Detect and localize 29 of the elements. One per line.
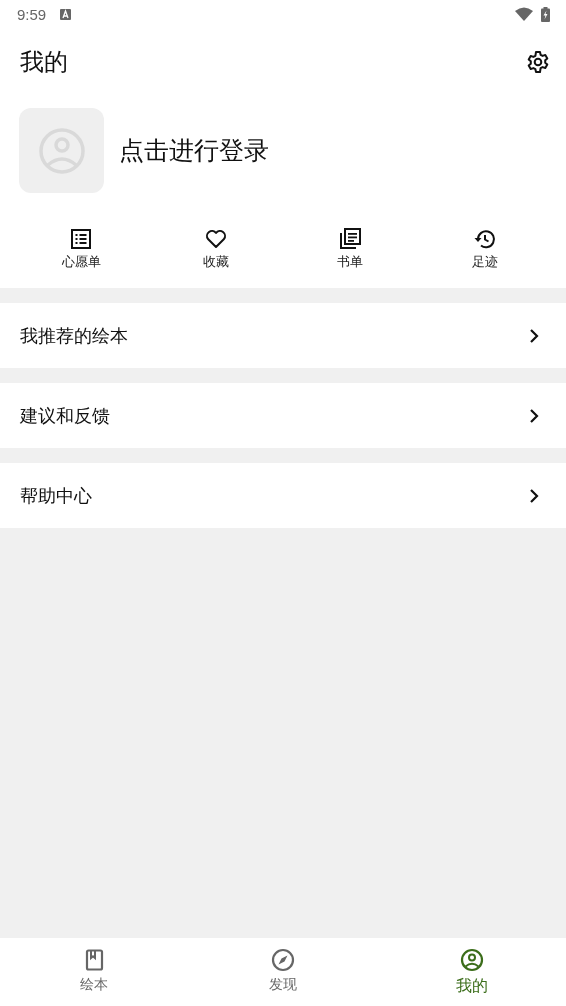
- menu-label: 我推荐的绘本: [20, 323, 128, 348]
- shortcut-label[interactable]: 收藏: [202, 253, 229, 271]
- nav-tab[interactable]: 我的: [377, 938, 566, 1006]
- menu-row[interactable]: 建议和反馈: [0, 383, 566, 448]
- nav-tab[interactable]: 发现: [188, 938, 378, 1006]
- shortcut-label[interactable]: 足迹: [471, 253, 498, 271]
- page-title: 我的: [20, 47, 68, 78]
- status-time: 9:59: [17, 5, 47, 23]
- compass-icon: [271, 948, 295, 972]
- nav-tab[interactable]: 绘本: [0, 938, 189, 1006]
- menu-label: 建议和反馈: [20, 403, 110, 428]
- shortcut-label[interactable]: 心愿单: [61, 253, 101, 271]
- notification-icon: [60, 8, 72, 20]
- document-stack-icon[interactable]: [338, 227, 363, 251]
- settings-icon[interactable]: [526, 50, 550, 74]
- chevron-right-icon: [529, 487, 539, 504]
- battery-icon: [541, 6, 550, 22]
- menu-row[interactable]: 帮助中心: [0, 463, 566, 528]
- user-circle-icon: [459, 948, 484, 972]
- chevron-right-icon: [529, 327, 539, 344]
- wifi-icon: [515, 7, 533, 21]
- menu-row[interactable]: 我推荐的绘本: [0, 303, 566, 368]
- list-icon[interactable]: [69, 227, 94, 251]
- menu-label: 帮助中心: [20, 483, 92, 508]
- chevron-right-icon: [529, 407, 539, 424]
- heart-icon[interactable]: [203, 227, 228, 251]
- shortcut-label[interactable]: 书单: [337, 253, 364, 271]
- login-prompt[interactable]: 点击进行登录: [119, 134, 269, 167]
- history-icon[interactable]: [472, 227, 497, 251]
